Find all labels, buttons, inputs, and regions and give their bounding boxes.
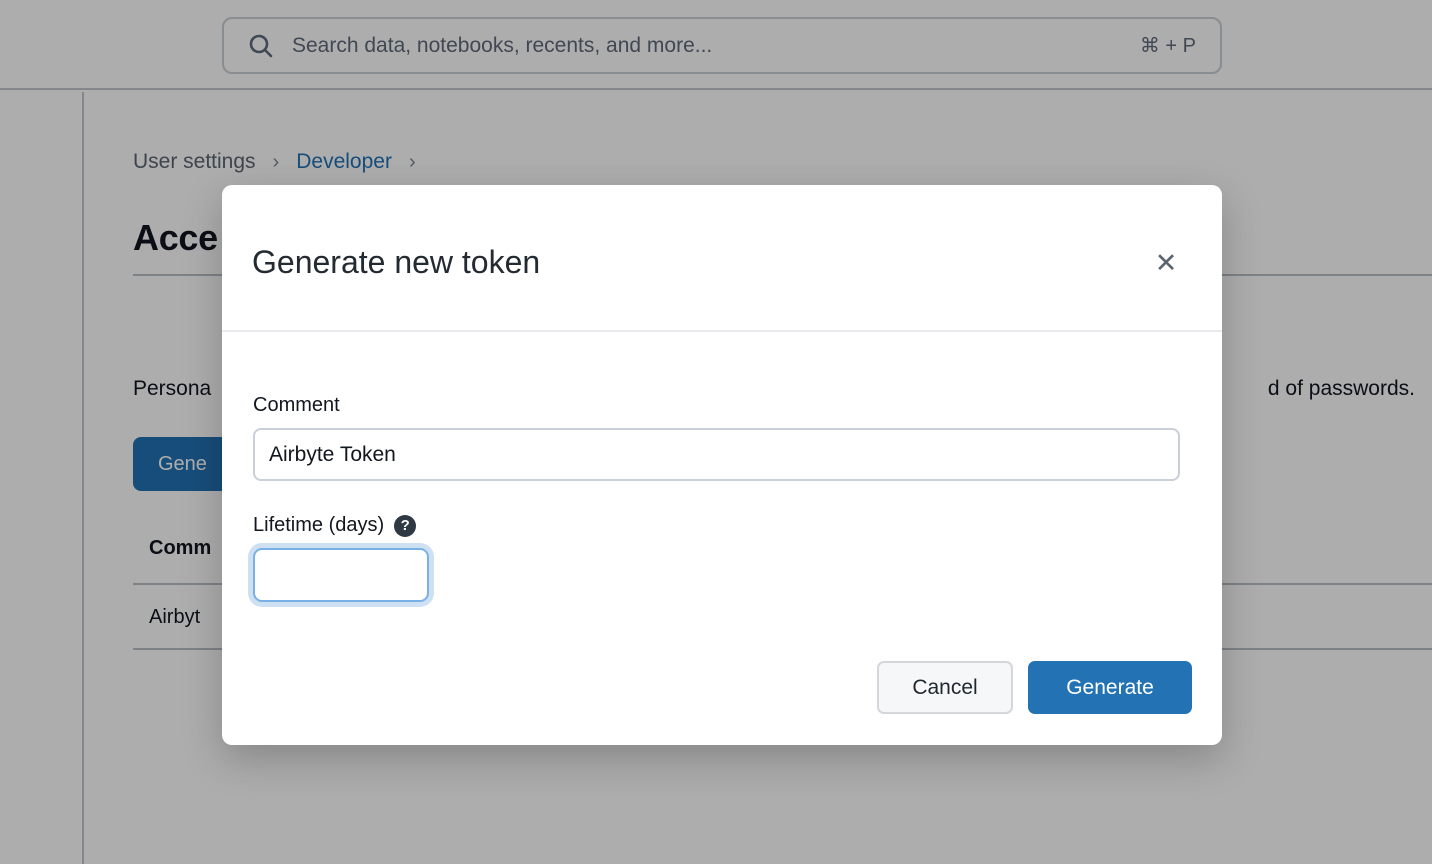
lifetime-label: Lifetime (days) ? (253, 514, 1180, 537)
lifetime-label-text: Lifetime (days) (253, 514, 384, 537)
modal-title: Generate new token (252, 244, 540, 281)
close-icon[interactable]: ✕ (1148, 245, 1184, 281)
lifetime-input[interactable] (253, 548, 429, 602)
cancel-button[interactable]: Cancel (877, 661, 1013, 714)
modal-header: Generate new token ✕ (222, 185, 1222, 332)
generate-button[interactable]: Generate (1028, 661, 1192, 714)
modal-body: Comment Lifetime (days) ? (222, 394, 1222, 602)
generate-token-modal: Generate new token ✕ Comment Lifetime (d… (222, 185, 1222, 745)
comment-label: Comment (253, 394, 1180, 417)
help-icon[interactable]: ? (394, 515, 416, 537)
comment-input[interactable] (253, 428, 1180, 481)
modal-footer: Cancel Generate (877, 661, 1192, 714)
